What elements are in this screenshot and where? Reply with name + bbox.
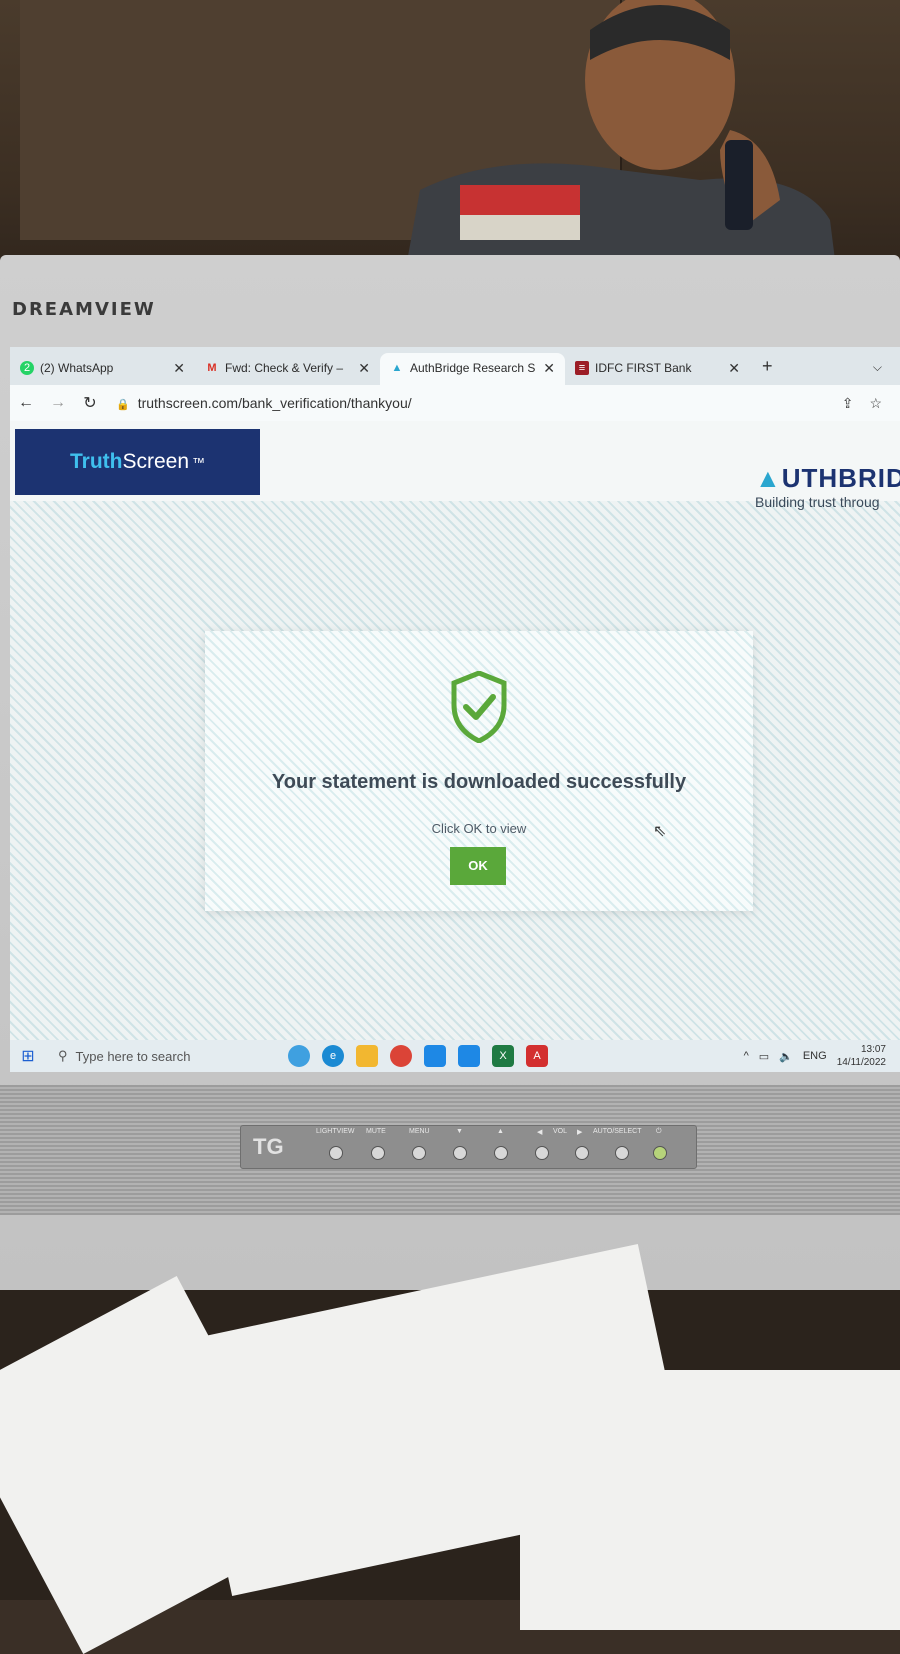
whatsapp-icon: 2 <box>20 361 34 375</box>
close-tab-icon[interactable]: ✕ <box>173 360 185 377</box>
tab-authbridge[interactable]: ▲ AuthBridge Research S ✕ <box>380 353 565 385</box>
control-label: MUTE <box>366 1128 386 1135</box>
language-indicator[interactable]: ENG <box>803 1050 827 1062</box>
vol-up-button[interactable] <box>575 1146 589 1160</box>
down-button[interactable] <box>453 1146 467 1160</box>
lightview-button[interactable] <box>329 1146 343 1160</box>
success-dialog: Your statement is downloaded successfull… <box>205 631 753 911</box>
truthscreen-logo[interactable]: Truth Screen ™ <box>15 429 260 495</box>
chevron-down-icon[interactable]: ⌵ <box>873 360 900 385</box>
close-tab-icon[interactable]: ✕ <box>358 360 370 377</box>
blank-paper <box>520 1370 900 1630</box>
control-label: ◀ <box>537 1129 543 1136</box>
authbridge-logo[interactable]: ▲UTHBRID Building trust throug <box>755 463 900 510</box>
folder-icon[interactable] <box>356 1045 378 1067</box>
shield-check-icon <box>451 671 507 743</box>
logo-screen: Screen <box>122 450 190 473</box>
tab-bar: 2 (2) WhatsApp ✕ M Fwd: Check & Verify –… <box>10 347 900 385</box>
logo-tm: ™ <box>192 454 206 470</box>
globe-icon[interactable] <box>288 1045 310 1067</box>
authbridge-name: UTHBRID <box>781 463 900 493</box>
ok-button[interactable]: OK <box>450 847 506 885</box>
search-placeholder: Type here to search <box>75 1048 191 1064</box>
close-tab-icon[interactable]: ✕ <box>543 360 555 377</box>
star-icon[interactable]: ☆ <box>869 395 882 412</box>
dialog-title: Your statement is downloaded successfull… <box>271 771 687 793</box>
control-label: VOL <box>553 1128 568 1135</box>
gmail-icon: M <box>207 362 217 374</box>
site-header: Truth Screen ™ ▲UTHBRID Building trust thr… <box>10 421 900 510</box>
address-bar: ← → ↻ 🔒 truthscreen.com/bank_verification… <box>10 385 900 422</box>
wall-panel <box>20 0 322 240</box>
control-label: AUTO/SELECT <box>593 1128 642 1135</box>
control-label: ▶ <box>577 1129 583 1136</box>
monitor-controls: TG LIGHTVIEW MUTE MENU ▼ ▲ ◀ VOL ▶ AUTO/… <box>240 1125 697 1169</box>
store-icon-2[interactable] <box>458 1045 480 1067</box>
share-icon[interactable]: ⇪ <box>842 395 854 412</box>
menu-button[interactable] <box>412 1146 426 1160</box>
network-icon[interactable]: ▭ <box>759 1050 769 1063</box>
tab-gmail[interactable]: M Fwd: Check & Verify – ✕ <box>195 353 380 385</box>
authbridge-icon: ▲ <box>391 362 403 374</box>
dialog-subtitle: Click OK to view <box>431 821 527 836</box>
monitor-brand: DREAMVIEW <box>12 299 156 320</box>
excel-icon[interactable]: X <box>492 1045 514 1067</box>
logo-truth: Truth <box>70 450 123 473</box>
system-tray: ^ ▭ 🔈 ENG 13:07 14/11/2022 <box>744 1043 900 1069</box>
tab-whatsapp[interactable]: 2 (2) WhatsApp ✕ <box>10 353 195 385</box>
page-content: Truth Screen ™ ▲UTHBRID Building trust thr… <box>10 421 900 1040</box>
tab-label: Fwd: Check & Verify – <box>225 361 344 375</box>
url-text: truthscreen.com/bank_verification/thanky… <box>137 395 412 411</box>
vol-down-button[interactable] <box>535 1146 549 1160</box>
acrobat-icon[interactable]: A <box>526 1045 548 1067</box>
screen: 2 (2) WhatsApp ✕ M Fwd: Check & Verify –… <box>10 347 900 1072</box>
control-label: LIGHTVIEW <box>316 1128 355 1135</box>
auto-select-button[interactable] <box>615 1146 629 1160</box>
search-icon: ⚲ <box>58 1048 68 1063</box>
monitor: DREAMVIEW 2 (2) WhatsApp ✕ M Fwd: Check … <box>0 255 900 1305</box>
store-icon[interactable] <box>424 1045 446 1067</box>
edge-icon[interactable]: e <box>322 1045 344 1067</box>
url-field[interactable]: 🔒 truthscreen.com/bank_verification/thank… <box>116 395 412 411</box>
taskbar: ⊞ ⚲ Type here to search e X A ^ ▭ 🔈 ENG <box>10 1040 900 1072</box>
clock[interactable]: 13:07 14/11/2022 <box>837 1043 886 1069</box>
chevron-up-icon[interactable]: ^ <box>744 1050 749 1062</box>
forward-icon[interactable]: → <box>42 394 74 412</box>
desk-papers <box>0 1243 900 1654</box>
new-tab-button[interactable]: + <box>750 356 785 385</box>
power-button[interactable] <box>653 1146 667 1160</box>
authbridge-a-icon: ▲ <box>755 463 782 493</box>
reload-icon[interactable]: ↻ <box>74 393 106 413</box>
mouse-cursor-icon: ⇖ <box>653 823 667 840</box>
tab-label: IDFC FIRST Bank <box>595 361 692 375</box>
clock-time: 13:07 <box>860 1044 886 1055</box>
back-icon[interactable]: ← <box>10 394 42 412</box>
control-label: ▼ <box>456 1128 463 1135</box>
clock-date: 14/11/2022 <box>836 1057 886 1068</box>
close-tab-icon[interactable]: ✕ <box>728 360 740 377</box>
tg-badge: TG <box>253 1134 284 1159</box>
control-label: MENU <box>409 1128 430 1135</box>
taskbar-search[interactable]: ⚲ Type here to search <box>46 1048 268 1064</box>
authbridge-tagline: Building trust throug <box>755 494 880 510</box>
lock-icon: 🔒 <box>116 399 130 411</box>
control-label: ⏻ <box>656 1128 662 1135</box>
mute-button[interactable] <box>371 1146 385 1160</box>
control-label: ▲ <box>497 1128 504 1135</box>
volume-icon[interactable]: 🔈 <box>779 1050 793 1063</box>
up-button[interactable] <box>494 1146 508 1160</box>
tab-idfc[interactable]: ≡ IDFC FIRST Bank ✕ <box>565 353 750 385</box>
tab-label: (2) WhatsApp <box>40 361 114 375</box>
tab-label: AuthBridge Research S <box>410 361 536 375</box>
idfc-icon: ≡ <box>575 361 589 375</box>
windows-start-icon[interactable]: ⊞ <box>10 1046 46 1066</box>
chrome-icon[interactable] <box>390 1045 412 1067</box>
